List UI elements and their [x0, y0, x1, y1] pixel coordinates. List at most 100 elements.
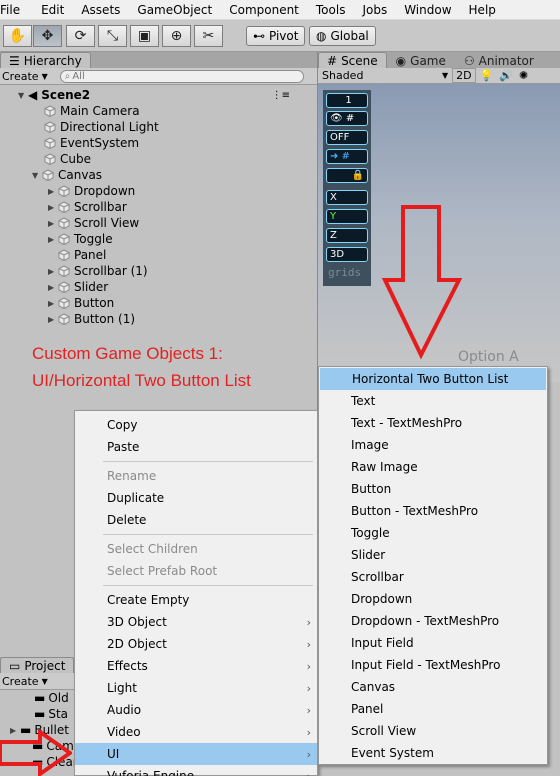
menu-tools[interactable]: Tools: [316, 3, 353, 17]
ui-submenu-item[interactable]: Toggle: [319, 522, 545, 544]
tab-scene[interactable]: # Scene: [318, 52, 387, 68]
menu-file[interactable]: File: [0, 3, 27, 17]
hierarchy-item[interactable]: ▶ Slider: [48, 279, 108, 295]
z-grid-toggle[interactable]: Z: [326, 228, 368, 243]
hierarchy-item[interactable]: Panel: [58, 247, 106, 263]
expand-arrow-icon[interactable]: ▼: [32, 171, 42, 180]
ui-submenu-item[interactable]: Input Field: [319, 632, 545, 654]
expand-arrow-icon[interactable]: ▶: [48, 203, 58, 212]
menu-window[interactable]: Window: [404, 3, 458, 17]
context-menu-item[interactable]: Copy: [75, 414, 317, 436]
ui-submenu-item[interactable]: Scrollbar: [319, 566, 545, 588]
tab-project[interactable]: ▭ Project: [0, 657, 75, 673]
hierarchy-search-input[interactable]: ⌕ All: [59, 69, 304, 83]
context-menu-item[interactable]: Paste: [75, 436, 317, 458]
ui-submenu-item[interactable]: Text: [319, 390, 545, 412]
lightbulb-icon[interactable]: 💡: [480, 69, 494, 82]
lock-icon[interactable]: 🔒: [326, 168, 368, 183]
context-menu-item[interactable]: Light ›: [75, 677, 317, 699]
audio-icon[interactable]: 🔊: [499, 69, 513, 82]
menu-component[interactable]: Component: [229, 3, 306, 17]
custom-tool-icon[interactable]: ✂: [194, 25, 223, 47]
context-menu-item[interactable]: Duplicate: [75, 487, 317, 509]
hierarchy-item[interactable]: ▶ Button (1): [48, 311, 135, 327]
global-button[interactable]: ◍ Global: [309, 26, 376, 46]
expand-arrow-icon[interactable]: ▶: [48, 299, 58, 308]
context-menu-item[interactable]: Delete: [75, 509, 317, 531]
ui-submenu-item[interactable]: Button: [319, 478, 545, 500]
2d-toggle-button[interactable]: 2D: [452, 68, 476, 83]
hierarchy-item[interactable]: ▶ Scroll View: [48, 215, 139, 231]
scene-options-icon[interactable]: ⋮≡: [272, 90, 290, 101]
hierarchy-item-label: Button (1): [74, 312, 136, 326]
pivot-button[interactable]: ⊷ Pivot: [246, 26, 306, 46]
move-tool-icon[interactable]: ✥: [33, 25, 62, 47]
ui-submenu-item[interactable]: Scroll View: [319, 720, 545, 742]
rotate-tool-icon[interactable]: ⟳: [66, 25, 95, 47]
menu-gameobject[interactable]: GameObject: [137, 3, 219, 17]
scene-row[interactable]: ▼ ◀ Scene2 ⋮≡: [18, 87, 314, 103]
y-grid-toggle[interactable]: Y: [326, 209, 368, 224]
hierarchy-item[interactable]: Main Camera: [44, 103, 140, 119]
context-menu-item[interactable]: Create Empty: [75, 589, 317, 611]
expand-arrow-icon[interactable]: ▶: [48, 283, 58, 292]
tab-hierarchy[interactable]: ☰ Hierarchy: [0, 52, 91, 68]
context-menu-item[interactable]: Video ›: [75, 721, 317, 743]
menu-jobs[interactable]: Jobs: [362, 3, 394, 17]
hierarchy-item[interactable]: ▶ Scrollbar: [48, 199, 127, 215]
hierarchy-item[interactable]: ▶ Scrollbar (1): [48, 263, 148, 279]
eye-grid-toggle-icon[interactable]: 👁 #: [326, 111, 368, 126]
ui-submenu-item[interactable]: Input Field - TextMeshPro: [319, 654, 545, 676]
hierarchy-create-button[interactable]: Create ▼: [0, 70, 52, 83]
ui-submenu-item[interactable]: Raw Image: [319, 456, 545, 478]
rect-tool-icon[interactable]: ▣: [130, 25, 159, 47]
ui-submenu-item[interactable]: Slider: [319, 544, 545, 566]
shading-mode-dropdown[interactable]: Shaded: [318, 69, 442, 82]
tab-game[interactable]: ◉ Game: [386, 52, 455, 68]
project-create-button[interactable]: Create ▼: [0, 675, 52, 688]
3d-grid-toggle[interactable]: 3D: [326, 247, 368, 262]
ui-submenu-item[interactable]: Dropdown - TextMeshPro: [319, 610, 545, 632]
grid-size-field[interactable]: 1: [326, 93, 368, 108]
expand-arrow-icon[interactable]: ▶: [48, 187, 58, 196]
scale-tool-icon[interactable]: ⤡: [98, 25, 127, 47]
snap-arrow-icon[interactable]: ➜ #: [326, 149, 368, 164]
hierarchy-item[interactable]: EventSystem: [44, 135, 139, 151]
context-menu-item[interactable]: UI ›: [75, 743, 317, 765]
context-menu-item[interactable]: Audio ›: [75, 699, 317, 721]
expand-arrow-icon[interactable]: ▶: [48, 315, 58, 324]
expand-arrow-icon[interactable]: ▼: [18, 91, 28, 100]
expand-arrow-icon[interactable]: ▶: [48, 235, 58, 244]
ui-submenu-item[interactable]: Dropdown: [319, 588, 545, 610]
hierarchy-item[interactable]: Directional Light: [44, 119, 159, 135]
off-toggle[interactable]: OFF: [326, 130, 368, 145]
transform-tool-icon[interactable]: ⊕: [162, 25, 191, 47]
hierarchy-item[interactable]: ▶ Toggle: [48, 231, 113, 247]
ui-submenu-item[interactable]: Event System: [319, 742, 545, 764]
expand-arrow-icon[interactable]: ▶: [48, 219, 58, 228]
tab-animator[interactable]: ⚇ Animator: [454, 52, 543, 68]
hand-tool-icon[interactable]: ✋: [3, 25, 32, 47]
ui-submenu-item[interactable]: Horizontal Two Button List: [320, 368, 546, 390]
hierarchy-item[interactable]: ▶ Button: [48, 295, 114, 311]
effects-icon[interactable]: ✺: [519, 69, 528, 82]
menu-help[interactable]: Help: [469, 3, 503, 17]
ui-submenu-item[interactable]: Canvas: [319, 676, 545, 698]
context-menu-item[interactable]: 3D Object ›: [75, 611, 317, 633]
context-menu-item[interactable]: Vuforia Engine ›: [75, 765, 317, 776]
expand-arrow-icon[interactable]: ▶: [48, 267, 58, 276]
hierarchy-item[interactable]: Cube: [44, 151, 91, 167]
context-menu-item[interactable]: Effects ›: [75, 655, 317, 677]
hierarchy-item[interactable]: ▼ Canvas: [32, 167, 102, 183]
x-grid-toggle[interactable]: X: [326, 190, 368, 205]
menu-edit[interactable]: Edit: [41, 3, 71, 17]
project-folder[interactable]: ▬ Old: [34, 690, 69, 706]
hierarchy-item[interactable]: ▶ Dropdown: [48, 183, 135, 199]
menu-assets[interactable]: Assets: [81, 3, 127, 17]
project-folder[interactable]: ▬ Sta: [34, 706, 68, 722]
ui-submenu-item[interactable]: Image: [319, 434, 545, 456]
context-menu-item[interactable]: 2D Object ›: [75, 633, 317, 655]
ui-submenu-item[interactable]: Button - TextMeshPro: [319, 500, 545, 522]
ui-submenu-item[interactable]: Panel: [319, 698, 545, 720]
ui-submenu-item[interactable]: Text - TextMeshPro: [319, 412, 545, 434]
